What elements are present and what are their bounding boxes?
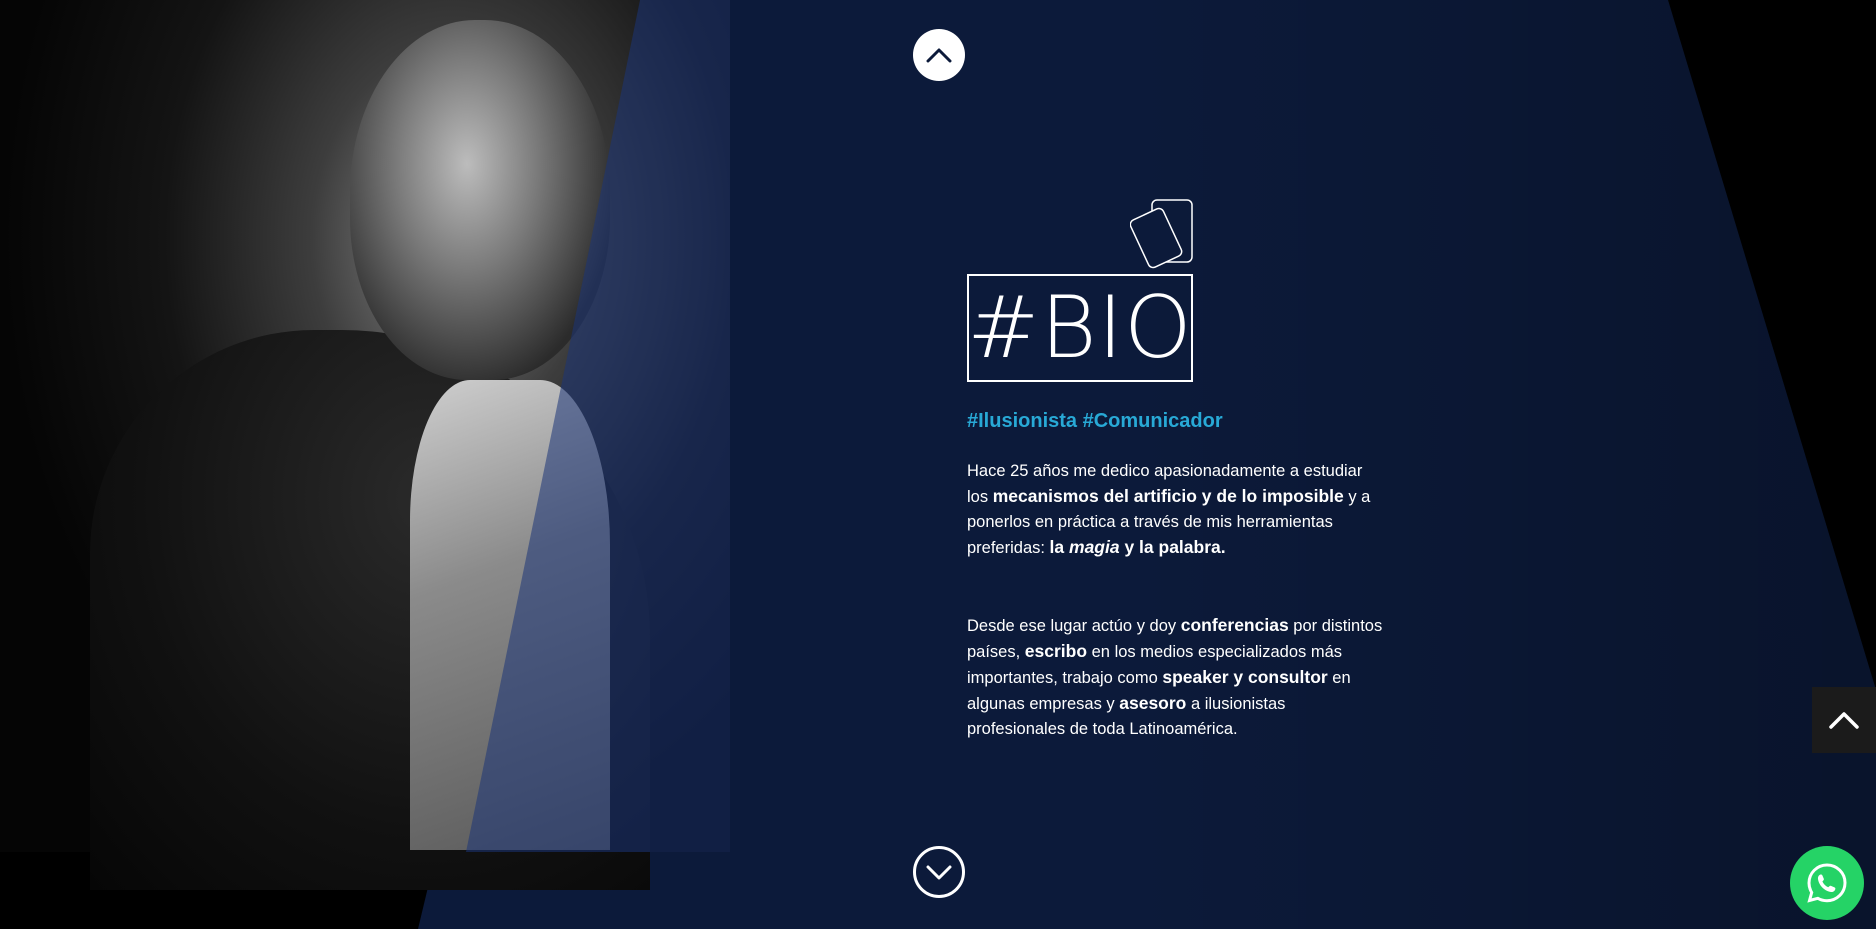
whatsapp-icon xyxy=(1807,863,1847,903)
chevron-down-icon xyxy=(926,865,952,880)
bio-text-run: y la palabra. xyxy=(1119,537,1226,557)
chevron-up-icon xyxy=(926,48,952,63)
bio-text-run: asesoro xyxy=(1119,693,1187,713)
bio-paragraph-1: Hace 25 años me dedico apasionadamente a… xyxy=(967,459,1387,561)
scroll-down-button[interactable] xyxy=(913,846,965,898)
bio-tagline: #Ilusionista #Comunicador xyxy=(967,410,1223,432)
bio-text-run: conferencias xyxy=(1180,615,1289,635)
whatsapp-button[interactable] xyxy=(1790,846,1864,920)
bio-title: #BIO xyxy=(967,278,1193,378)
bio-text-run: magia xyxy=(1069,537,1120,557)
playing-cards-icon xyxy=(1130,199,1193,269)
portrait-photo xyxy=(0,0,730,890)
bio-title-box: #BIO xyxy=(967,274,1193,382)
bio-text-run: la xyxy=(1049,537,1070,557)
portrait-head xyxy=(350,20,610,380)
chevron-up-icon xyxy=(1829,712,1859,729)
scroll-up-button[interactable] xyxy=(913,29,965,81)
back-to-top-button[interactable] xyxy=(1812,687,1876,753)
bio-text-run: speaker y consultor xyxy=(1162,667,1328,687)
bio-text-run: escribo xyxy=(1024,641,1088,661)
bio-paragraph-2: Desde ese lugar actúo y doy conferencias… xyxy=(967,613,1387,742)
bio-text-run: Desde ese lugar actúo y doy xyxy=(967,617,1181,635)
bio-text-run: mecanismos del artificio y de lo imposib… xyxy=(992,486,1344,506)
bio-section: #BIO #Ilusionista #Comunicador Hace 25 a… xyxy=(0,0,1876,929)
